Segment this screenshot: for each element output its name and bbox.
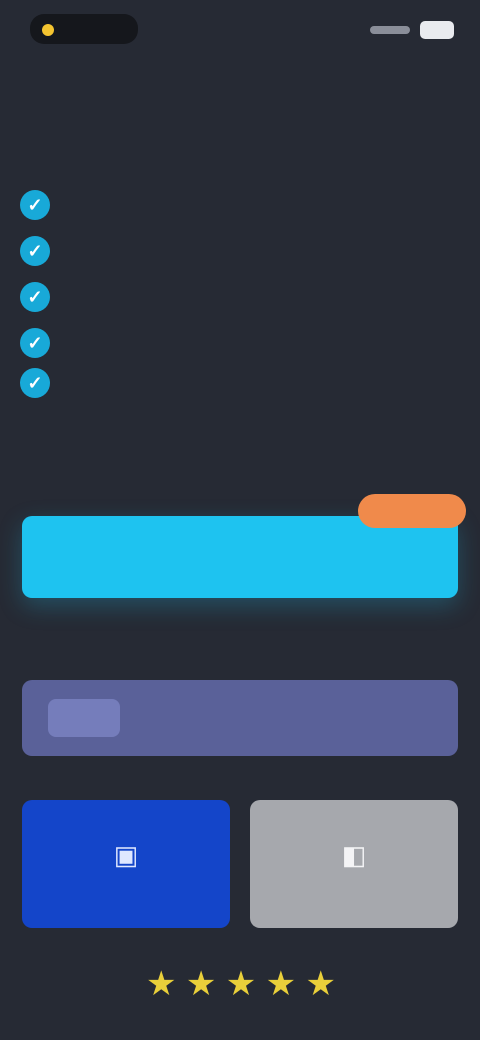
feature-item: ✓	[20, 190, 450, 220]
feature-item: ✓	[20, 368, 450, 398]
check-icon: ✓	[20, 368, 50, 398]
check-icon: ✓	[20, 328, 50, 358]
subscribe-button[interactable]	[22, 516, 458, 598]
alternate-plan-badge	[48, 699, 120, 737]
alternate-plan-button[interactable]	[22, 680, 458, 756]
battery-icon	[420, 21, 454, 39]
feature-item: ✓	[20, 328, 450, 358]
check-icon: ✓	[20, 282, 50, 312]
status-bar	[0, 0, 480, 56]
star-icon: ★	[225, 965, 257, 1003]
star-icon: ★	[185, 965, 217, 1003]
feature-list: ✓ ✓ ✓ ✓ ✓	[20, 190, 450, 398]
star-icon: ★	[305, 965, 336, 1003]
card-icon: ▣	[113, 839, 139, 870]
rating-stars: ★ ★ ★ ★ ★	[146, 966, 336, 1002]
payment-option-card[interactable]: ▣	[22, 800, 230, 928]
status-indicator	[30, 14, 138, 44]
check-icon: ✓	[20, 236, 50, 266]
feature-item: ✓	[20, 282, 450, 312]
star-icon: ★	[146, 965, 177, 1003]
feature-item: ✓	[20, 236, 450, 266]
star-icon: ★	[265, 965, 297, 1003]
check-icon: ✓	[20, 190, 50, 220]
status-icons	[354, 20, 454, 40]
discount-badge	[358, 494, 466, 528]
signal-icon	[370, 26, 410, 34]
payment-option-wallet[interactable]: ◧	[250, 800, 458, 928]
wallet-icon: ◧	[341, 839, 367, 870]
recording-dot-icon	[42, 24, 54, 36]
